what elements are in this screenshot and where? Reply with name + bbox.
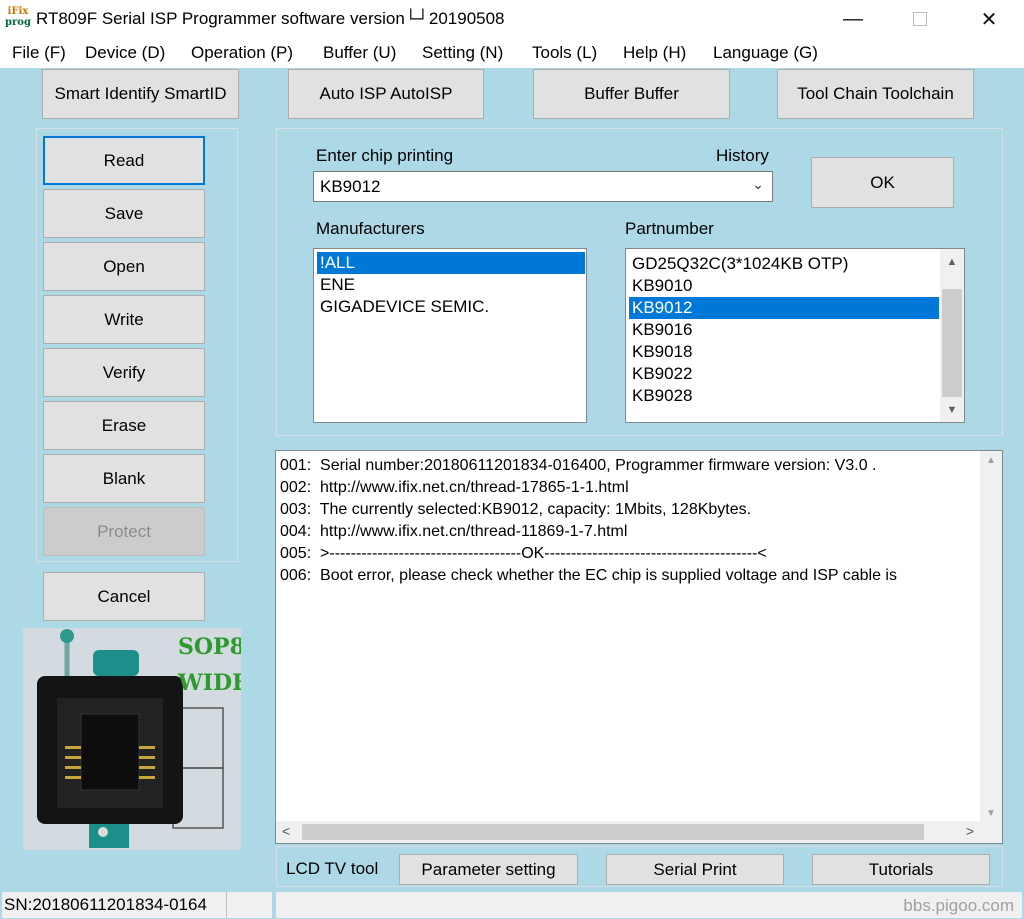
menu-buffer[interactable]: Buffer (U) — [323, 43, 396, 63]
chip-printing-value: KB9012 — [320, 177, 381, 196]
log-line: 002: http://www.ifix.net.cn/thread-17865… — [280, 479, 629, 496]
history-label: History — [716, 146, 769, 165]
ok-button[interactable]: OK — [811, 157, 954, 208]
scroll-up-icon[interactable]: ▲ — [940, 252, 964, 272]
write-button[interactable]: Write — [43, 295, 205, 344]
menu-language[interactable]: Language (G) — [713, 43, 818, 63]
manufacturers-label: Manufacturers — [316, 219, 425, 238]
status-panel: bbs.pigoo.com — [276, 892, 1022, 918]
menu-file[interactable]: File (F) — [12, 43, 66, 63]
scroll-down-icon[interactable]: ▼ — [980, 808, 1002, 819]
log-line: 001: Serial number:20180611201834-016400… — [280, 457, 877, 474]
list-item[interactable]: GD25Q32C(3*1024KB OTP) — [629, 253, 848, 275]
serial-number-status: SN:20180611201834-0164 — [2, 892, 226, 918]
title-bar: iFix prog RT809F Serial ISP Programmer s… — [0, 0, 1024, 38]
maximize-icon — [913, 12, 927, 26]
list-item[interactable]: KB9028 — [629, 385, 693, 407]
list-item[interactable]: KB9010 — [629, 275, 693, 297]
smart-identify-button[interactable]: Smart Identify SmartID — [42, 69, 239, 119]
cancel-button[interactable]: Cancel — [43, 572, 205, 621]
tutorials-button[interactable]: Tutorials — [812, 854, 990, 885]
open-button[interactable]: Open — [43, 242, 205, 291]
partnumber-scrollbar[interactable]: ▲ ▼ — [940, 249, 964, 422]
maximize-button[interactable] — [897, 0, 943, 38]
minimize-button[interactable]: — — [830, 0, 876, 38]
list-item[interactable]: KB9022 — [629, 363, 693, 385]
list-item[interactable]: KB9016 — [629, 319, 693, 341]
protect-button: Protect — [43, 507, 205, 556]
scroll-thumb[interactable] — [942, 289, 962, 397]
close-button[interactable]: ✕ — [966, 0, 1012, 38]
serial-print-button[interactable]: Serial Print — [606, 854, 784, 885]
blank-button[interactable]: Blank — [43, 454, 205, 503]
manufacturers-list[interactable]: !ALL ENE GIGADEVICE SEMIC. — [313, 248, 587, 423]
menu-device[interactable]: Device (D) — [85, 43, 165, 63]
erase-button[interactable]: Erase — [43, 401, 205, 450]
auto-isp-button[interactable]: Auto ISP AutoISP — [288, 69, 484, 119]
log-line: 003: The currently selected:KB9012, capa… — [280, 501, 752, 518]
menu-operation[interactable]: Operation (P) — [191, 43, 293, 63]
partnumber-list[interactable]: GD25Q32C(3*1024KB OTP) KB9010 KB9012 KB9… — [625, 248, 965, 423]
menu-bar: File (F) Device (D) Operation (P) Buffer… — [0, 38, 1024, 68]
log-line: 004: http://www.ifix.net.cn/thread-11869… — [280, 523, 628, 540]
menu-help[interactable]: Help (H) — [623, 43, 686, 63]
socket-illustration — [23, 628, 241, 850]
log-output[interactable]: 001: Serial number:20180611201834-016400… — [275, 450, 1003, 844]
tool-chain-button[interactable]: Tool Chain Toolchain — [777, 69, 974, 119]
logo-text-top: iFix — [7, 6, 29, 17]
app-logo-icon: iFix prog — [5, 6, 31, 32]
read-button[interactable]: Read — [43, 136, 205, 185]
menu-tools[interactable]: Tools (L) — [532, 43, 597, 63]
lcd-tv-tool-label: LCD TV tool — [286, 859, 379, 878]
enter-chip-label: Enter chip printing — [316, 146, 454, 165]
scroll-thumb[interactable] — [302, 824, 924, 840]
list-item[interactable]: ENE — [317, 274, 355, 296]
buffer-button[interactable]: Buffer Buffer — [533, 69, 730, 119]
scrollbar-corner — [980, 821, 1002, 843]
chip-printing-combo[interactable]: KB9012 ⌄ — [313, 171, 773, 202]
logo-text-bottom: prog — [5, 17, 31, 28]
log-horizontal-scrollbar[interactable]: < > — [276, 821, 980, 843]
socket-label-top: SOP8 — [178, 634, 241, 660]
watermark-text: bbs.pigoo.com — [903, 896, 1014, 915]
sop8-socket-image: SOP8 WIDE — [23, 628, 241, 850]
scroll-down-icon[interactable]: ▼ — [940, 400, 964, 420]
scroll-up-icon[interactable]: ▲ — [980, 455, 1002, 466]
log-line: 006: Boot error, please check whether th… — [280, 567, 897, 584]
list-item[interactable]: KB9012 — [629, 297, 939, 319]
scroll-right-icon[interactable]: > — [966, 823, 974, 839]
log-vertical-scrollbar[interactable]: ▲ ▼ — [980, 451, 1002, 823]
save-button[interactable]: Save — [43, 189, 205, 238]
list-item[interactable]: GIGADEVICE SEMIC. — [317, 296, 489, 318]
scroll-left-icon[interactable]: < — [282, 823, 290, 839]
window-title: RT809F Serial ISP Programmer software ve… — [36, 9, 505, 28]
socket-label-bottom: WIDE — [178, 670, 241, 696]
list-item[interactable]: !ALL — [317, 252, 585, 274]
chevron-down-icon[interactable]: ⌄ — [752, 176, 764, 193]
status-bar: SN:20180611201834-0164 bbs.pigoo.com — [0, 890, 1024, 919]
menu-setting[interactable]: Setting (N) — [422, 43, 503, 63]
log-line: 005: >----------------------------------… — [280, 545, 767, 562]
verify-button[interactable]: Verify — [43, 348, 205, 397]
parameter-setting-button[interactable]: Parameter setting — [399, 854, 578, 885]
partnumber-label: Partnumber — [625, 219, 714, 238]
list-item[interactable]: KB9018 — [629, 341, 693, 363]
status-panel — [226, 892, 272, 918]
